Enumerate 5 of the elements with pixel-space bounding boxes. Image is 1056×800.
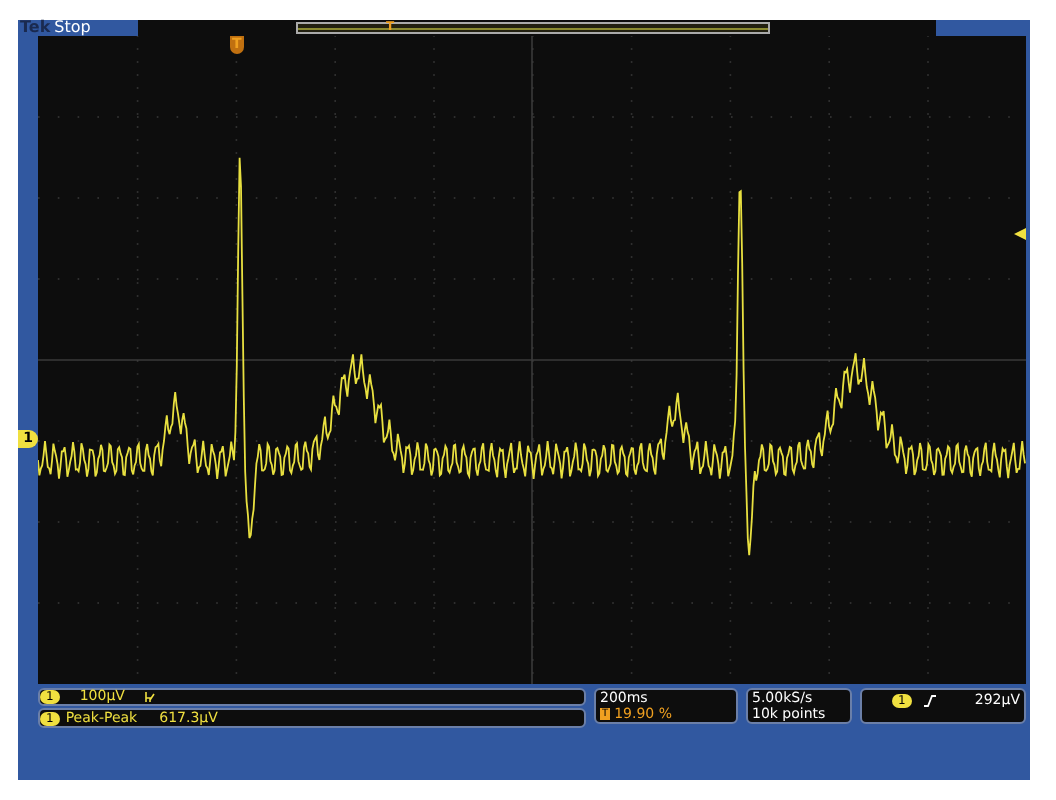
acquisition-status: Stop (54, 20, 91, 36)
brand-logo: Tek (20, 20, 51, 36)
rising-edge-icon (923, 694, 936, 708)
bandwidth-limit-icon (144, 691, 157, 703)
trigger-level-arrow-icon (1014, 228, 1026, 240)
